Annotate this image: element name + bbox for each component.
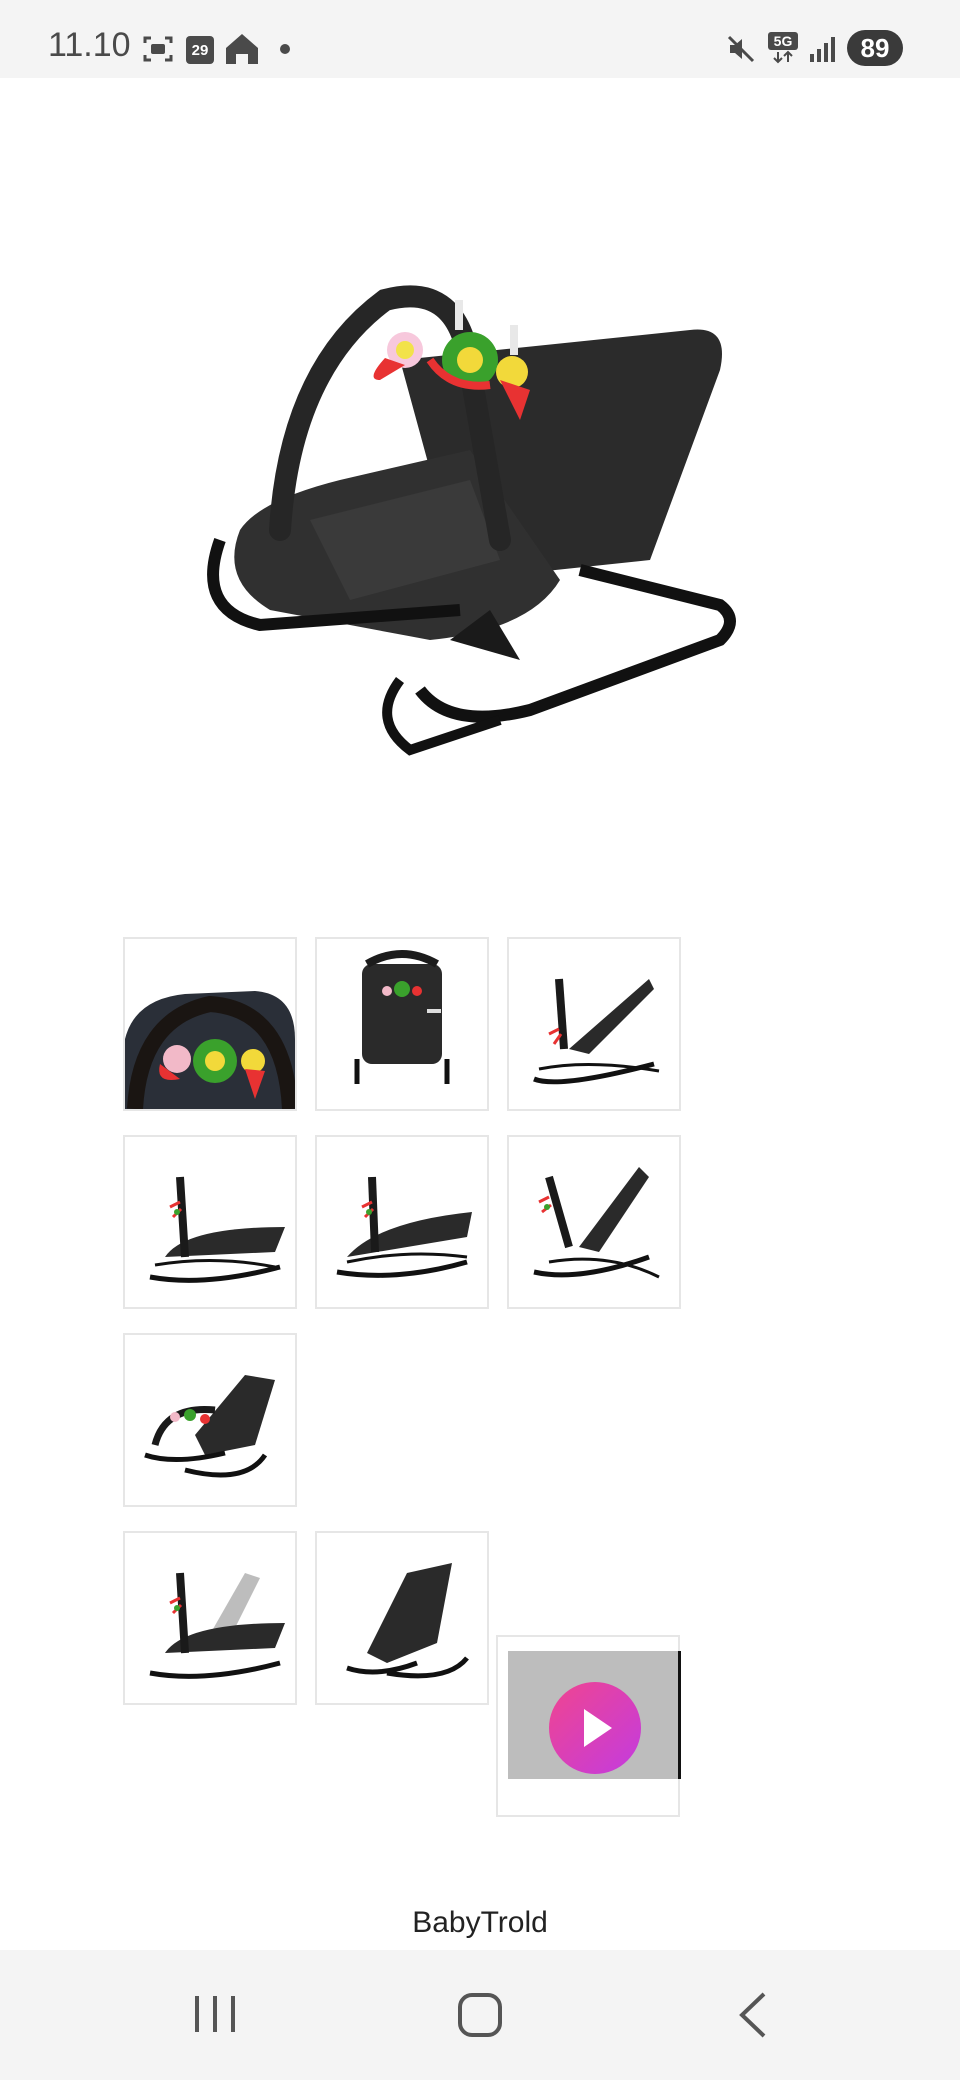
thumb-side-flat-2[interactable] — [315, 1135, 489, 1309]
status-time: 11.10 — [48, 26, 131, 64]
back-button[interactable] — [692, 1950, 812, 2080]
back-icon — [739, 1992, 766, 2038]
5g-icon: 5G — [768, 32, 798, 66]
home-app-icon — [226, 34, 258, 64]
product-page: BabyTrold — [0, 78, 960, 1950]
recents-icon — [195, 1996, 235, 2032]
video-preview — [508, 1651, 681, 1779]
baby-bouncer-main-image[interactable] — [200, 280, 740, 840]
home-button[interactable] — [420, 1950, 540, 2080]
thumb-side-flat-1[interactable] — [123, 1135, 297, 1309]
brand-name: BabyTrold — [412, 1906, 548, 1939]
thumb-adjust-positions[interactable] — [123, 1531, 297, 1705]
recents-button[interactable] — [155, 1950, 275, 2080]
dot-icon — [280, 44, 290, 54]
front-view-image — [354, 950, 450, 1084]
side-flat-2-image — [336, 1176, 472, 1278]
thumb-side-upright[interactable] — [507, 937, 681, 1111]
thumb-front-view[interactable] — [315, 937, 489, 1111]
adjust-positions-image — [149, 1572, 285, 1679]
status-bar: 11.10 29 5G 89 — [0, 0, 960, 78]
battery-level: 89 — [860, 33, 890, 63]
calendar-icon: 29 — [186, 36, 214, 64]
thumb-without-bar[interactable] — [315, 1531, 489, 1705]
network-label: 5G — [768, 32, 798, 50]
play-icon[interactable] — [549, 1682, 641, 1774]
battery-icon: 89 — [847, 30, 903, 66]
thumb-toys-closeup[interactable] — [123, 937, 297, 1111]
angle-with-toys-image — [144, 1375, 275, 1478]
thumb-angle-with-toys[interactable] — [123, 1333, 297, 1507]
thumb-side-reclined[interactable] — [507, 1135, 681, 1309]
video-thumbnail[interactable] — [496, 1635, 681, 1817]
side-flat-1-image — [149, 1176, 285, 1283]
mute-icon — [727, 35, 755, 63]
navigation-bar — [0, 1950, 960, 2080]
screenshot-icon — [143, 36, 173, 62]
side-reclined-image — [533, 1167, 660, 1279]
side-upright-image — [533, 978, 660, 1085]
without-bar-image — [346, 1563, 469, 1679]
signal-icon — [810, 37, 835, 62]
home-icon — [458, 1993, 502, 2037]
toys-closeup-image — [125, 991, 295, 1109]
calendar-day: 29 — [191, 42, 209, 59]
